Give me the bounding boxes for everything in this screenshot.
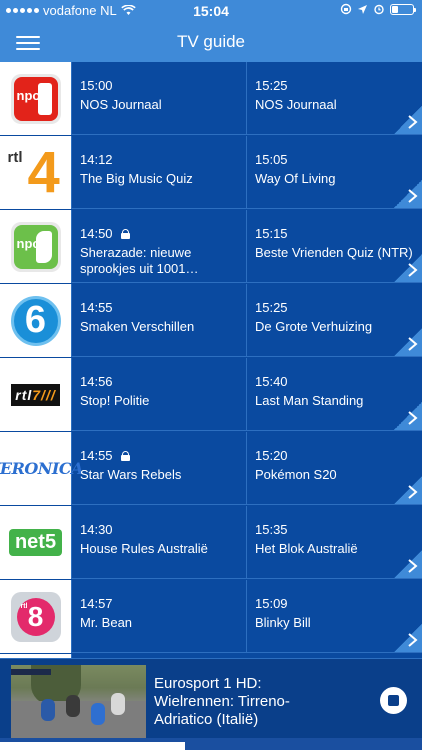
program-title: Smaken Verschillen [80, 319, 195, 334]
rtl4-logo-icon: 4 rtl [7, 139, 60, 205]
current-program[interactable]: 14:55 Smaken Verschillen [72, 284, 247, 357]
chevron-right-icon[interactable] [394, 402, 422, 430]
now-playing-title: Eurosport 1 HD: Wielrennen: Tirreno- Adr… [154, 675, 290, 728]
program-title: The Big Music Quiz [80, 171, 193, 186]
current-program[interactable]: 14:55 Star Wars Rebels [72, 432, 247, 505]
progress-bar [0, 738, 422, 750]
channel-logo-cell: 4 rtl [0, 136, 72, 209]
tv-guide-list[interactable]: npo 15:00 NOS Journaal 15:25 NOS Journaa… [0, 62, 422, 658]
veronica-logo-icon: VERONICA [0, 459, 84, 478]
program-title: Mr. Bean [80, 615, 133, 630]
location-icon [358, 4, 367, 14]
program-time: 15:25 [255, 78, 288, 93]
channel-row-rtl4[interactable]: 4 rtl 14:12 The Big Music Quiz 15:05 Way… [0, 136, 422, 209]
channel-logo-cell: VERONICA [0, 432, 84, 505]
program-time: 15:25 [255, 300, 288, 315]
npo1-logo-icon: npo [10, 73, 61, 124]
program-time: 14:30 [80, 522, 113, 537]
program-title: Beste Vrienden Quiz (NTR) [255, 245, 413, 260]
sbs6-logo-icon: 6 [10, 295, 61, 346]
program-time: 14:55 [80, 448, 113, 463]
lock-icon [120, 451, 130, 461]
program-time: 15:40 [255, 374, 288, 389]
program-title: House Rules Australië [80, 541, 208, 556]
program-time: 15:20 [255, 448, 288, 463]
npo3-logo-icon: npo [10, 221, 61, 272]
program-time: 14:50 [80, 226, 113, 241]
chevron-right-icon[interactable] [394, 328, 422, 356]
lock-icon [120, 229, 130, 239]
stop-icon [388, 695, 399, 706]
program-title: Het Blok Australië [255, 541, 358, 556]
program-title: NOS Journaal [80, 97, 162, 112]
rtl8-logo-icon: rtl 8 [10, 591, 61, 642]
alarm-icon [374, 4, 384, 15]
current-program[interactable]: 14:57 Mr. Bean [72, 580, 247, 653]
program-time: 15:09 [255, 596, 288, 611]
channel-logo-cell: rtl 8 [0, 580, 72, 653]
program-time: 15:00 [80, 78, 113, 93]
channel-row-rtl7[interactable]: rtl7/// 14:56 Stop! Politie 15:40 Last M… [0, 358, 422, 431]
program-title: Blinky Bill [255, 615, 311, 630]
current-program[interactable]: 14:50 Sherazade: nieuwe sprookjes uit 10… [72, 210, 247, 283]
channel-logo-cell: npo [0, 210, 72, 283]
program-title: Pokémon S20 [255, 467, 337, 482]
rtl7-logo-icon: rtl7/// [11, 383, 60, 406]
chevron-right-icon[interactable] [394, 624, 422, 652]
status-bar: vodafone NL 15:04 [0, 0, 422, 22]
channel-row-rtl8[interactable]: rtl 8 14:57 Mr. Bean 15:09 Blinky Bill [0, 580, 422, 653]
channel-logo-cell: rtl7/// [0, 358, 72, 431]
net5-logo-icon: net5 [8, 529, 63, 556]
now-playing-bar[interactable]: Eurosport 1 HD: Wielrennen: Tirreno- Adr… [0, 658, 422, 741]
chevron-right-icon[interactable] [394, 254, 422, 282]
program-time: 14:12 [80, 152, 113, 167]
program-title: NOS Journaal [255, 97, 337, 112]
stop-button[interactable] [380, 687, 407, 714]
program-time: 14:57 [80, 596, 113, 611]
rotation-lock-icon [340, 3, 352, 15]
channel-row-sbs6[interactable]: 6 14:55 Smaken Verschillen 15:25 De Grot… [0, 284, 422, 357]
video-thumbnail[interactable] [11, 665, 146, 741]
program-title: Way Of Living [255, 171, 336, 186]
program-time: 14:56 [80, 374, 113, 389]
channel-logo-cell: net5 [0, 506, 72, 579]
current-program[interactable]: 14:12 The Big Music Quiz [72, 136, 247, 209]
status-right [340, 3, 416, 15]
channel-logo-cell: npo [0, 62, 72, 135]
nav-bar: TV guide [0, 22, 422, 62]
program-title: Last Man Standing [255, 393, 364, 408]
program-title: De Grote Verhuizing [255, 319, 373, 334]
battery-icon [390, 3, 416, 15]
chevron-right-icon[interactable] [394, 476, 422, 504]
current-program[interactable]: 15:00 NOS Journaal [72, 62, 247, 135]
channel-row-veronica[interactable]: VERONICA 14:55 Star Wars Rebels 15:20 Po… [0, 432, 422, 505]
program-title: Sherazade: nieuwe sprookjes uit 1001… [80, 245, 199, 276]
current-program[interactable]: 14:30 House Rules Australië [72, 506, 247, 579]
chevron-right-icon[interactable] [394, 106, 422, 134]
program-title: Star Wars Rebels [80, 467, 182, 482]
chevron-right-icon[interactable] [394, 550, 422, 578]
program-title: Stop! Politie [80, 393, 150, 408]
program-time: 15:15 [255, 226, 288, 241]
program-time: 14:55 [80, 300, 113, 315]
channel-logo-cell: 6 [0, 284, 72, 357]
channel-row-npo1[interactable]: npo 15:00 NOS Journaal 15:25 NOS Journaa… [0, 62, 422, 135]
page-title: TV guide [176, 32, 246, 51]
current-program[interactable]: 14:56 Stop! Politie [72, 358, 247, 431]
channel-row-npo3[interactable]: npo 14:50 Sherazade: nieuwe sprookjes ui… [0, 210, 422, 283]
channel-row-net5[interactable]: net5 14:30 House Rules Australië 15:35 H… [0, 506, 422, 579]
program-time: 15:35 [255, 522, 288, 537]
chevron-right-icon[interactable] [394, 180, 422, 208]
program-time: 15:05 [255, 152, 288, 167]
